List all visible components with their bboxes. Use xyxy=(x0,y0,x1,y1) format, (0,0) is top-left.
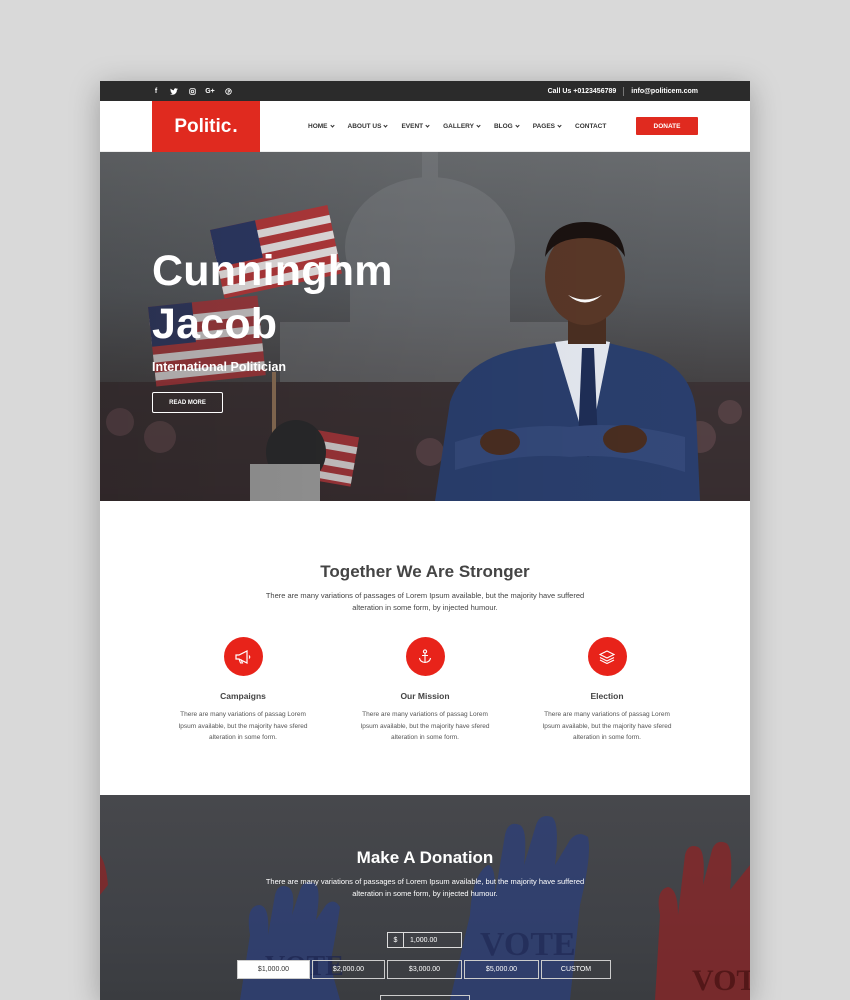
nav-contact[interactable]: CONTACT xyxy=(575,123,606,130)
site-header: Politic. HOME ABOUT US EVENT GALLERY BLO… xyxy=(100,101,750,152)
donate-button[interactable]: DONATE xyxy=(636,117,698,135)
chevron-down-icon xyxy=(515,123,520,128)
hero-section: Cunninghm Jacob International Politician… xyxy=(100,152,750,501)
hero-title: Cunninghm Jacob xyxy=(152,245,393,351)
amount-option-custom[interactable]: CUSTOM xyxy=(541,960,611,979)
nav-label: EVENT xyxy=(401,123,424,130)
layers-icon xyxy=(587,637,627,676)
vote-text-3: VOT xyxy=(692,964,750,997)
hero-subtitle: International Politician xyxy=(152,360,287,374)
main-nav: HOME ABOUT US EVENT GALLERY BLOG PAGES C… xyxy=(308,101,606,152)
hero-name-line2: Jacob xyxy=(152,300,278,348)
social-links: f G+ xyxy=(152,87,232,95)
chevron-down-icon xyxy=(329,123,335,128)
section-description: There are many variations of passages of… xyxy=(265,591,585,612)
feature-election: Election There are many variations of pa… xyxy=(517,637,697,744)
nav-pages[interactable]: PAGES xyxy=(532,123,562,130)
chevron-down-icon xyxy=(476,123,481,128)
chevron-down-icon xyxy=(383,123,389,128)
amount-option-5000[interactable]: $5,000.00 xyxy=(464,960,539,979)
chevron-down-icon xyxy=(425,123,430,128)
page-frame: f G+ Call Us +0123456789 info@politicem.… xyxy=(100,81,750,1000)
anchor-icon xyxy=(405,637,445,676)
feature-text: There are many variations of passag Lore… xyxy=(178,711,308,741)
amount-option-2000[interactable]: $2,000.00 xyxy=(312,960,385,979)
nav-label: GALLERY xyxy=(443,123,474,130)
currency-symbol: $ xyxy=(388,933,404,947)
nav-about-us[interactable]: ABOUT US xyxy=(347,123,389,130)
feature-text: There are many variations of passag Lore… xyxy=(360,711,490,741)
contact-info: Call Us +0123456789 info@politicem.com xyxy=(547,86,698,96)
amount-value[interactable]: 1,000.00 xyxy=(404,933,461,947)
nav-label: CONTACT xyxy=(575,123,607,130)
hero-name-line1: Cunninghm xyxy=(152,247,393,295)
nav-blog[interactable]: BLOG xyxy=(493,123,520,130)
donation-title: Make A Donation xyxy=(356,848,494,867)
chevron-down-icon xyxy=(557,123,562,128)
logo-dot: . xyxy=(232,115,238,137)
feature-text: There are many variations of passag Lore… xyxy=(542,711,672,741)
amount-option-3000[interactable]: $3,000.00 xyxy=(387,960,462,979)
email-link[interactable]: info@politicem.com xyxy=(631,88,698,95)
nav-event[interactable]: EVENT xyxy=(401,123,430,130)
nav-label: PAGES xyxy=(532,123,556,130)
donation-amount-input[interactable]: $ 1,000.00 xyxy=(387,932,462,948)
donation-section: VOTE VOTE VOT Make A Donation There are … xyxy=(100,795,750,1000)
feature-campaigns: Campaigns There are many variations of p… xyxy=(153,637,333,744)
nav-home[interactable]: HOME xyxy=(308,123,335,130)
about-section: Together We Are Stronger There are many … xyxy=(100,501,750,794)
top-bar: f G+ Call Us +0123456789 info@politicem.… xyxy=(100,81,750,101)
feature-title: Campaigns xyxy=(220,691,266,701)
amount-options: $1,000.00 $2,000.00 $3,000.00 $5,000.00 … xyxy=(237,960,611,979)
donate-submit-button[interactable] xyxy=(380,995,470,1000)
section-title: Together We Are Stronger xyxy=(320,562,530,581)
amount-option-1000[interactable]: $1,000.00 xyxy=(237,960,310,979)
facebook-icon[interactable]: f xyxy=(152,87,160,95)
feature-our-mission: Our Mission There are many variations of… xyxy=(335,637,515,744)
nav-label: HOME xyxy=(308,123,328,130)
instagram-icon[interactable] xyxy=(188,87,196,95)
phone-text: Call Us +0123456789 xyxy=(547,87,617,95)
google-plus-icon[interactable]: G+ xyxy=(205,87,215,95)
nav-label: ABOUT US xyxy=(347,123,382,130)
vote-text-2: VOTE xyxy=(480,926,576,963)
nav-gallery[interactable]: GALLERY xyxy=(443,123,481,130)
logo-text: Politic xyxy=(174,115,232,137)
twitter-icon[interactable] xyxy=(170,87,178,95)
megaphone-icon xyxy=(223,637,263,676)
logo[interactable]: Politic. xyxy=(152,101,260,152)
nav-label: BLOG xyxy=(493,123,513,130)
divider xyxy=(623,86,625,96)
read-more-button[interactable]: READ MORE xyxy=(152,392,223,413)
feature-title: Election xyxy=(590,691,624,701)
feature-title: Our Mission xyxy=(400,691,450,701)
donation-description: There are many variations of passages of… xyxy=(265,877,585,898)
pinterest-icon[interactable] xyxy=(224,87,232,95)
